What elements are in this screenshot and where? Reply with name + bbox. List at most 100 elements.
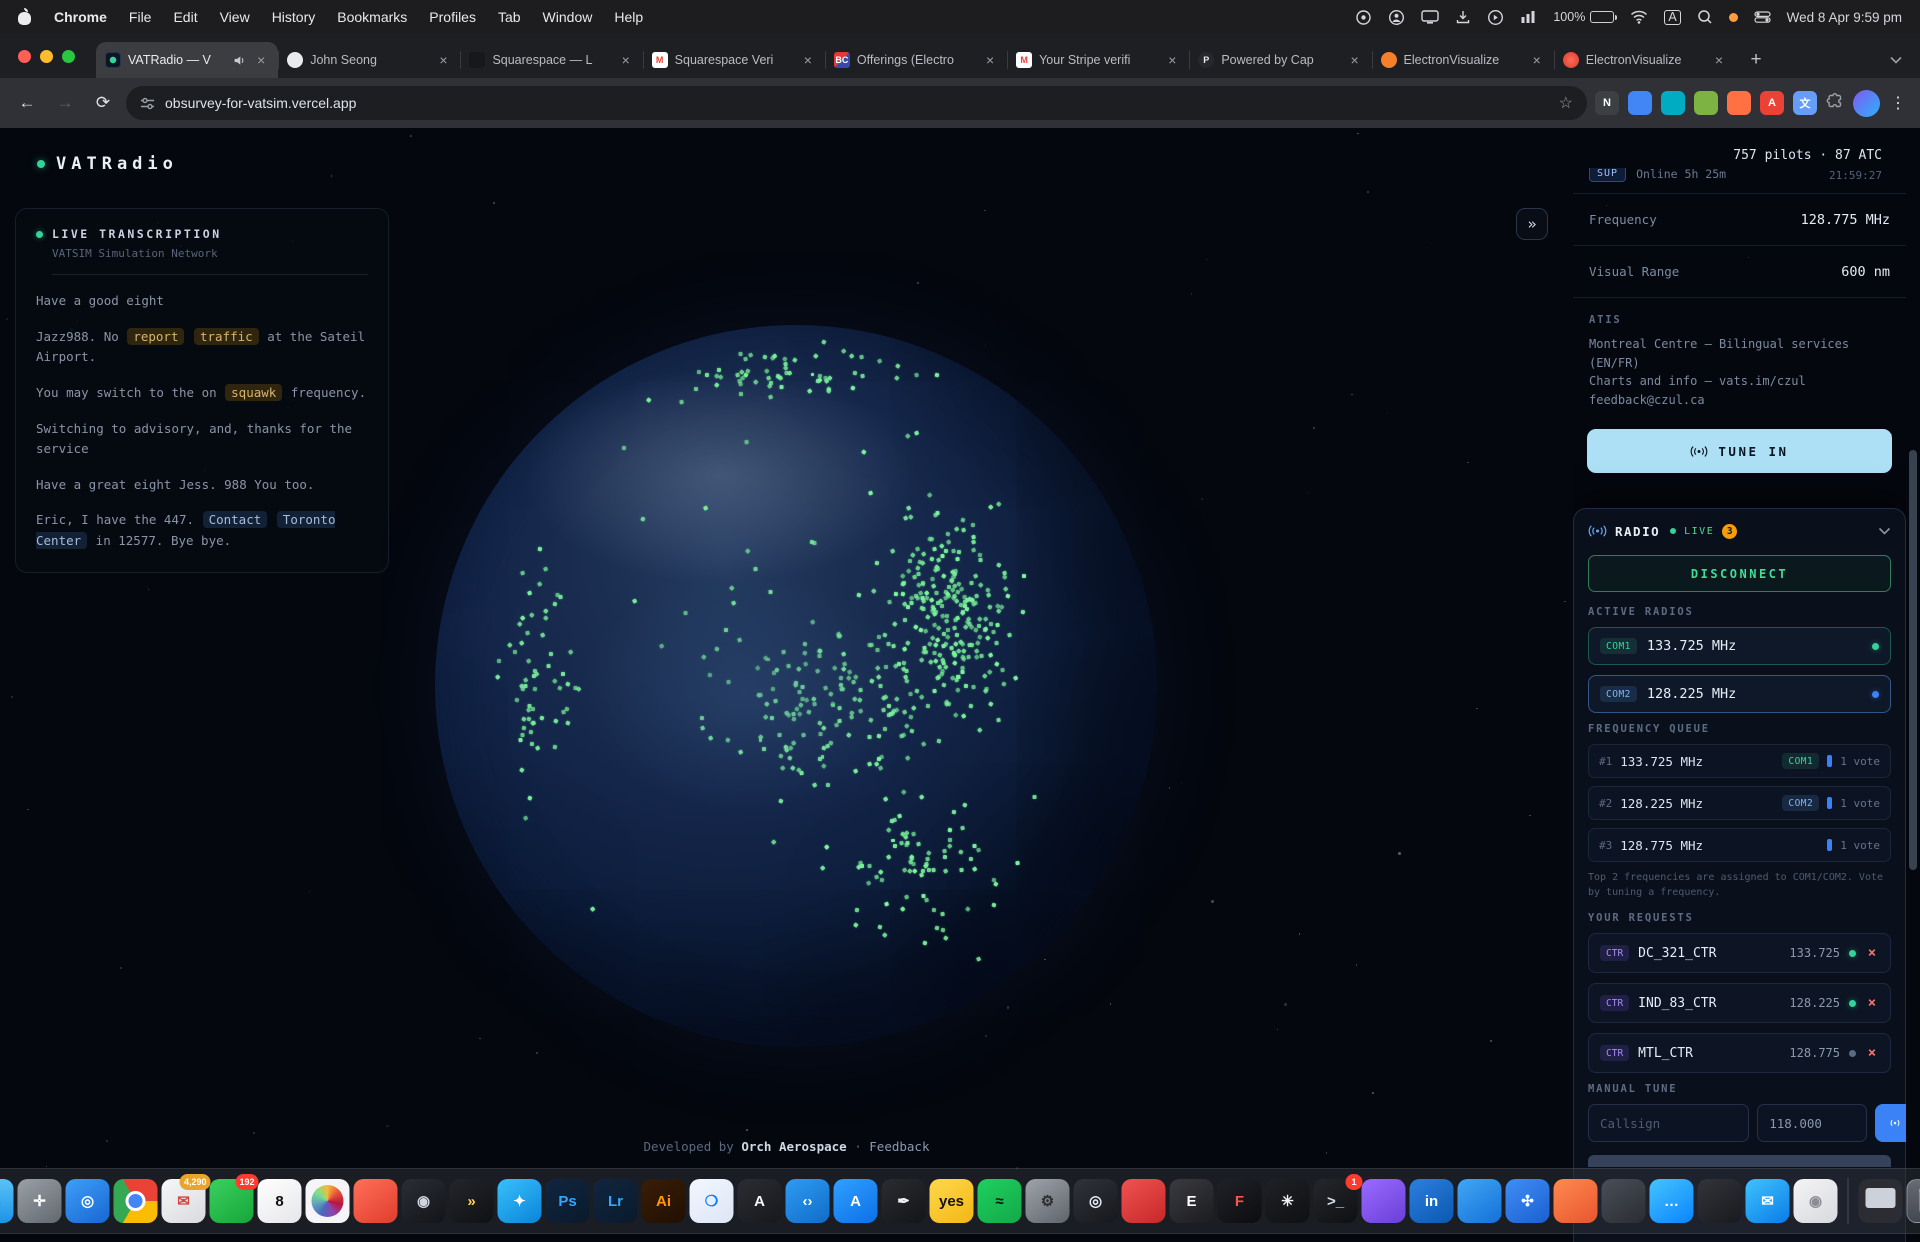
extension-translate-icon[interactable]: 文	[1793, 91, 1817, 115]
dock-icon-white-knob[interactable]: ◉	[1794, 1179, 1838, 1223]
dock-icon-chrome[interactable]	[114, 1179, 158, 1223]
new-tab-button[interactable]: +	[1742, 46, 1770, 74]
menubar-item-help[interactable]: Help	[614, 9, 643, 25]
bookmark-star-icon[interactable]: ☆	[1559, 93, 1573, 113]
dock-icon-terminal[interactable]: >_1	[1314, 1179, 1358, 1223]
extension-blue-circle-icon[interactable]	[1628, 91, 1652, 115]
dock-icon-spotify[interactable]: ≈	[978, 1179, 1022, 1223]
dock-icon-pen-app[interactable]: ✒	[882, 1179, 926, 1223]
download-icon[interactable]	[1455, 9, 1471, 25]
dock-icon-green-app[interactable]: 192	[210, 1179, 254, 1223]
browser-tab[interactable]: ElectronVisualize×	[1554, 42, 1736, 78]
tab-close-icon[interactable]: ×	[1711, 52, 1727, 68]
dock-icon-mail-blue[interactable]: ✉	[1746, 1179, 1790, 1223]
dock-icon-camera-app[interactable]: ◉	[402, 1179, 446, 1223]
dock-icon-blue-pinwheel[interactable]: ✣	[1506, 1179, 1550, 1223]
dock-icon-lightroom[interactable]: Lr	[594, 1179, 638, 1223]
radio-panel-header[interactable]: RADIO LIVE 3	[1574, 509, 1905, 553]
scrollbar-thumb[interactable]	[1909, 450, 1917, 870]
forward-button[interactable]: →	[50, 88, 80, 118]
stats-icon[interactable]	[1520, 10, 1537, 24]
user-switch-icon[interactable]	[1388, 9, 1405, 26]
browser-tab[interactable]: Squarespace — L×	[460, 42, 642, 78]
tab-close-icon[interactable]: ×	[1529, 52, 1545, 68]
browser-tab[interactable]: John Seong×	[278, 42, 460, 78]
menubar-item-profiles[interactable]: Profiles	[429, 9, 476, 25]
collapse-panel-button[interactable]: »	[1516, 208, 1548, 240]
spotlight-icon[interactable]	[1697, 9, 1713, 25]
tune-in-button[interactable]: TUNE IN	[1587, 429, 1892, 473]
play-icon[interactable]	[1487, 9, 1504, 26]
tab-close-icon[interactable]: ×	[982, 52, 998, 68]
close-window-button[interactable]	[18, 50, 31, 63]
dock-icon-vscode[interactable]: ‹›	[786, 1179, 830, 1223]
tab-close-icon[interactable]: ×	[253, 52, 269, 68]
dock-icon-messages[interactable]: …	[1650, 1179, 1694, 1223]
extension-red-a-icon[interactable]: A	[1760, 91, 1784, 115]
disconnect-button[interactable]: DISCONNECT	[1588, 555, 1891, 592]
browser-tab[interactable]: ElectronVisualize×	[1372, 42, 1554, 78]
dock-icon-orange-app[interactable]	[1554, 1179, 1598, 1223]
dock-icon-arc[interactable]: A	[738, 1179, 782, 1223]
tab-close-icon[interactable]: ×	[618, 52, 634, 68]
extension-leaf-icon[interactable]	[1694, 91, 1718, 115]
manual-tune-button[interactable]	[1875, 1104, 1906, 1142]
browser-tab[interactable]: BCOfferings (Electro×	[825, 42, 1007, 78]
dock-icon-chatgpt[interactable]: ✳	[1266, 1179, 1310, 1223]
dock-icon-warp-terminal[interactable]: »	[450, 1179, 494, 1223]
copilot-icon[interactable]	[1355, 9, 1372, 26]
dock-icon-photos[interactable]	[306, 1179, 350, 1223]
remove-request-button[interactable]: ×	[1865, 1045, 1879, 1061]
dock-icon-dark-mini[interactable]	[1698, 1179, 1742, 1223]
tab-close-icon[interactable]: ×	[800, 52, 816, 68]
tab-close-icon[interactable]: ×	[1347, 52, 1363, 68]
menubar-item-chrome[interactable]: Chrome	[54, 9, 107, 25]
menubar-item-window[interactable]: Window	[543, 9, 593, 25]
dock-icon-blue-utility[interactable]: ◎	[66, 1179, 110, 1223]
queue-row[interactable]: #1133.725 MHzCOM11 vote	[1588, 744, 1891, 778]
menubar-item-file[interactable]: File	[129, 9, 152, 25]
extension-orange-icon[interactable]	[1727, 91, 1751, 115]
dock-icon-gray-app[interactable]	[1602, 1179, 1646, 1223]
display-icon[interactable]	[1421, 10, 1439, 24]
dock-icon-settings[interactable]: ⚙	[1026, 1179, 1070, 1223]
dock-icon-f-app[interactable]: F	[1218, 1179, 1262, 1223]
queue-row[interactable]: #3128.775 MHz1 vote	[1588, 828, 1891, 862]
dock-icon-blue-camera[interactable]: ✦	[498, 1179, 542, 1223]
browser-tab[interactable]: PPowered by Cap×	[1189, 42, 1371, 78]
menubar-clock[interactable]: Wed 8 Apr 9:59 pm	[1787, 10, 1902, 25]
dock-icon-window-preview[interactable]	[1859, 1179, 1903, 1223]
control-center-icon[interactable]	[1754, 11, 1771, 23]
site-settings-icon[interactable]	[140, 97, 155, 110]
tab-close-icon[interactable]: ×	[1164, 52, 1180, 68]
dock-icon-linkedin[interactable]: in	[1410, 1179, 1454, 1223]
dock-icon-red-tool[interactable]	[1122, 1179, 1166, 1223]
menubar-item-view[interactable]: View	[220, 9, 250, 25]
remove-request-button[interactable]: ×	[1865, 945, 1879, 961]
dock-icon-photoshop[interactable]: Ps	[546, 1179, 590, 1223]
tab-close-icon[interactable]: ×	[435, 52, 451, 68]
dock-icon-purple-game[interactable]	[1362, 1179, 1406, 1223]
dock-icon-epic-games[interactable]: E	[1170, 1179, 1214, 1223]
frequency-input[interactable]	[1757, 1104, 1867, 1142]
queue-row[interactable]: #2128.225 MHzCOM21 vote	[1588, 786, 1891, 820]
footer-brand[interactable]: Orch Aerospace	[741, 1139, 846, 1154]
tab-search-button[interactable]	[1882, 46, 1910, 74]
dock-icon-illustrator[interactable]: Ai	[642, 1179, 686, 1223]
recording-indicator[interactable]	[1729, 13, 1738, 22]
chevron-down-icon[interactable]	[1878, 527, 1891, 535]
dock-icon-finder[interactable]	[0, 1179, 14, 1223]
wifi-icon[interactable]	[1630, 10, 1648, 24]
extension-dark-icon[interactable]: N	[1595, 91, 1619, 115]
dock-icon-trash[interactable]	[1907, 1179, 1920, 1223]
feedback-link[interactable]: Feedback	[869, 1139, 929, 1154]
extension-teal-icon[interactable]	[1661, 91, 1685, 115]
active-radio-row[interactable]: COM2128.225 MHz	[1588, 675, 1891, 713]
dock-icon-red-app[interactable]	[354, 1179, 398, 1223]
dock-icon-yes-app[interactable]: yes	[930, 1179, 974, 1223]
dock-icon-mail-white[interactable]: ✉4,290	[162, 1179, 206, 1223]
remove-request-button[interactable]: ×	[1865, 995, 1879, 1011]
extensions-puzzle-icon[interactable]	[1825, 93, 1845, 113]
reload-button[interactable]: ⟳	[88, 88, 118, 118]
dock-icon-obs[interactable]: ◎	[1074, 1179, 1118, 1223]
